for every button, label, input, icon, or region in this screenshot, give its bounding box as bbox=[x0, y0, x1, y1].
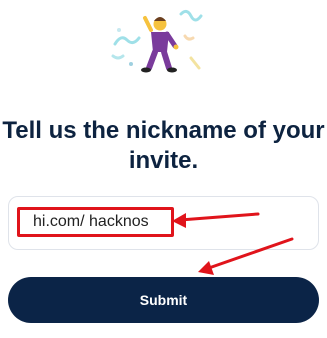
dancing-celebration-illustration bbox=[111, 9, 203, 73]
dancing-man-icon bbox=[141, 16, 179, 73]
invite-nickname-field[interactable] bbox=[8, 196, 319, 250]
page-title: Tell us the nickname of your invite. bbox=[2, 117, 325, 174]
invite-nickname-input[interactable] bbox=[17, 207, 174, 237]
submit-button[interactable]: Submit bbox=[8, 277, 319, 323]
invite-nickname-page: Tell us the nickname of your invite. Sub… bbox=[0, 0, 327, 338]
